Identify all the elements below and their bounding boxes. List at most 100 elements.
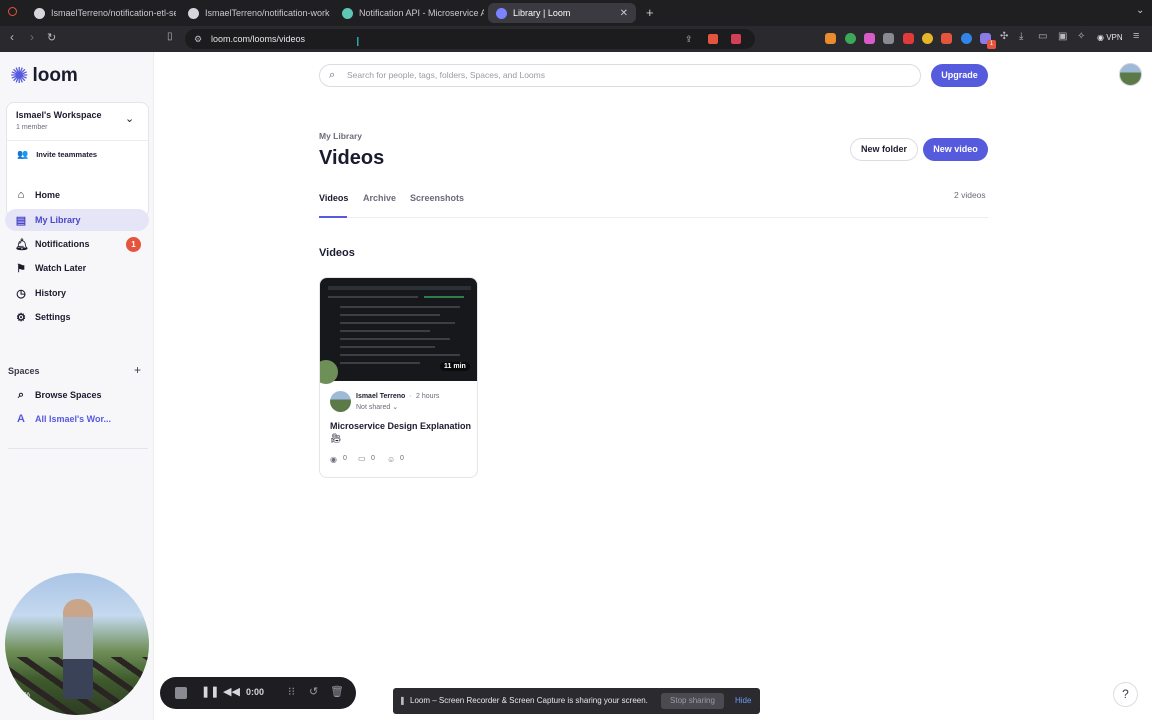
bell-icon: 🔔︎: [15, 238, 29, 251]
author-name[interactable]: Ismael Terreno: [356, 393, 405, 400]
sidebar-item-watch-later[interactable]: ⚑ Watch Later: [5, 257, 149, 279]
workspace-members: 1 member: [16, 124, 48, 131]
extension-fox-icon[interactable]: [825, 33, 836, 44]
tab-label: Notification API - Microservice A: [359, 8, 484, 18]
help-button[interactable]: ?: [1113, 682, 1138, 707]
sidebar-toggle-icon[interactable]: ▭: [1038, 31, 1047, 42]
new-video-button[interactable]: New video: [923, 138, 988, 161]
camera-zoom-label: 50%: [16, 692, 31, 699]
search-placeholder: Search for people, tags, folders, Spaces…: [347, 70, 545, 80]
clock-icon: ◷: [16, 287, 26, 300]
brave-shield-icon[interactable]: [708, 34, 718, 44]
video-card[interactable]: 11 min Ismael Terreno · 2 hours Not shar…: [319, 277, 478, 478]
extension-red2-icon[interactable]: [941, 33, 952, 44]
time-ago: 2 hours: [416, 393, 440, 400]
space-letter-icon: A: [17, 413, 25, 425]
browser-tab-3[interactable]: Notification API - Microservice A: [334, 3, 484, 23]
search-icon: ⌕: [329, 69, 336, 81]
forward-icon[interactable]: ›: [30, 30, 34, 44]
recording-controls: ❚❚ ◀◀ 0:00 ⁝⁝ ↺ 🗑︎: [160, 677, 356, 709]
puzzle-extensions-icon[interactable]: ✣: [1000, 31, 1008, 42]
pause-icon[interactable]: ❚❚: [201, 685, 219, 698]
sidebar-item-my-library[interactable]: ▤ My Library: [5, 209, 149, 231]
restart-icon[interactable]: ↺: [309, 685, 318, 698]
tab-active-indicator: [319, 216, 347, 218]
invite-teammates-button[interactable]: 👥 Invite teammates: [7, 141, 148, 167]
section-heading: Videos: [319, 247, 355, 259]
library-icon: ▤: [15, 214, 27, 227]
sidebar-item-home[interactable]: ⌂ Home: [5, 184, 149, 206]
share-icon[interactable]: ⇪: [685, 29, 693, 49]
extension-blue-icon[interactable]: [961, 33, 972, 44]
rewind-icon[interactable]: ◀◀: [223, 685, 240, 698]
workspace-switcher[interactable]: Ismael's Workspace 1 member ⌄: [7, 103, 148, 140]
brave-rewards-icon[interactable]: [731, 34, 741, 44]
add-space-icon[interactable]: +: [134, 363, 141, 377]
reload-icon[interactable]: ↻: [47, 31, 56, 44]
extension-green-icon[interactable]: [845, 33, 856, 44]
browser-tab-1[interactable]: IsmaelTerreno/notification-etl-se: [26, 3, 176, 23]
share-status-dropdown[interactable]: Not shared ⌄: [356, 403, 398, 411]
sidebar-item-label: Settings: [35, 312, 71, 322]
camera-person: [63, 599, 93, 699]
tab-label: IsmaelTerreno/notification-worke: [205, 8, 330, 18]
views-icon: ◉: [330, 455, 337, 464]
tab-screenshots[interactable]: Screenshots: [410, 193, 464, 203]
loom-icon: [496, 7, 507, 19]
sidebar-item-history[interactable]: ◷ History: [5, 282, 149, 304]
url-field[interactable]: ⚙ loom.com/looms/videos ⇪: [185, 29, 755, 49]
window-menu-icon[interactable]: [8, 7, 17, 16]
close-tab-icon[interactable]: ✕: [620, 8, 628, 19]
sidebar-item-settings[interactable]: ⚙ Settings: [5, 306, 149, 328]
thumbnail-detail: [340, 362, 420, 364]
thumbnail-detail: [328, 296, 418, 298]
thumbnail-detail: [340, 330, 430, 332]
upgrade-button[interactable]: Upgrade: [931, 64, 988, 87]
browser-menu-icon[interactable]: ≡: [1133, 30, 1139, 42]
new-folder-button[interactable]: New folder: [850, 138, 918, 161]
delete-icon[interactable]: 🗑︎: [330, 685, 344, 698]
tabs-divider: [319, 217, 988, 218]
screen-sharing-bar: ❚ Loom – Screen Recorder & Screen Captur…: [393, 688, 760, 714]
tab-archive[interactable]: Archive: [363, 193, 396, 203]
video-title[interactable]: Microservice Design Explanation: [330, 421, 471, 431]
workspace-name: Ismael's Workspace: [16, 110, 102, 120]
new-tab-icon[interactable]: +: [646, 5, 654, 20]
bookmark-icon[interactable]: ▯: [167, 31, 173, 42]
tab-videos[interactable]: Videos: [319, 193, 348, 203]
wallet-icon[interactable]: ▣: [1058, 31, 1067, 42]
draw-tools-icon[interactable]: ⁝⁝: [288, 685, 295, 698]
download-icon[interactable]: ⤓: [1019, 31, 1023, 42]
stop-recording-button[interactable]: [175, 687, 187, 699]
thumbnail-detail: [340, 346, 435, 348]
url-text: loom.com/looms/videos: [211, 34, 306, 44]
extension-grey-icon[interactable]: [883, 33, 894, 44]
extension-yellow-icon[interactable]: [922, 33, 933, 44]
extension-red-icon[interactable]: [903, 33, 914, 44]
site-info-icon[interactable]: ⚙: [194, 29, 202, 49]
loom-logo[interactable]: ✺ loom: [10, 65, 78, 87]
browser-tab-loom[interactable]: Library | Loom ✕: [488, 3, 636, 23]
back-icon[interactable]: ‹: [10, 30, 14, 44]
breadcrumb[interactable]: My Library: [319, 131, 362, 141]
extension-pink-icon[interactable]: [864, 33, 875, 44]
vpn-button[interactable]: ◉ VPN: [1097, 33, 1123, 42]
avatar[interactable]: [1119, 63, 1142, 86]
video-duration: 11 min: [440, 362, 470, 371]
search-input[interactable]: ⌕ Search for people, tags, folders, Spac…: [319, 64, 921, 87]
video-thumbnail[interactable]: 11 min: [320, 278, 477, 384]
sidebar-item-all-workspace[interactable]: A All Ismael's Wor...: [5, 408, 149, 430]
github-icon: [188, 7, 199, 19]
thumbnail-camera-bubble: [320, 360, 338, 384]
sidebar-item-label: Notifications: [35, 239, 90, 249]
hide-link[interactable]: Hide: [735, 696, 751, 705]
comments-count: 0: [371, 455, 375, 462]
browser-tab-2[interactable]: IsmaelTerreno/notification-worke: [180, 3, 330, 23]
document-icon: [342, 7, 353, 19]
leo-ai-icon[interactable]: ✧: [1077, 31, 1085, 42]
camera-bubble[interactable]: 50%: [5, 573, 149, 715]
stop-sharing-button[interactable]: Stop sharing: [661, 693, 724, 709]
sidebar-item-browse-spaces[interactable]: ⌕ Browse Spaces: [5, 384, 149, 406]
tab-list-chevron-icon[interactable]: ⌄: [1136, 5, 1144, 16]
sharing-drag-handle-icon[interactable]: ❚: [399, 696, 406, 705]
